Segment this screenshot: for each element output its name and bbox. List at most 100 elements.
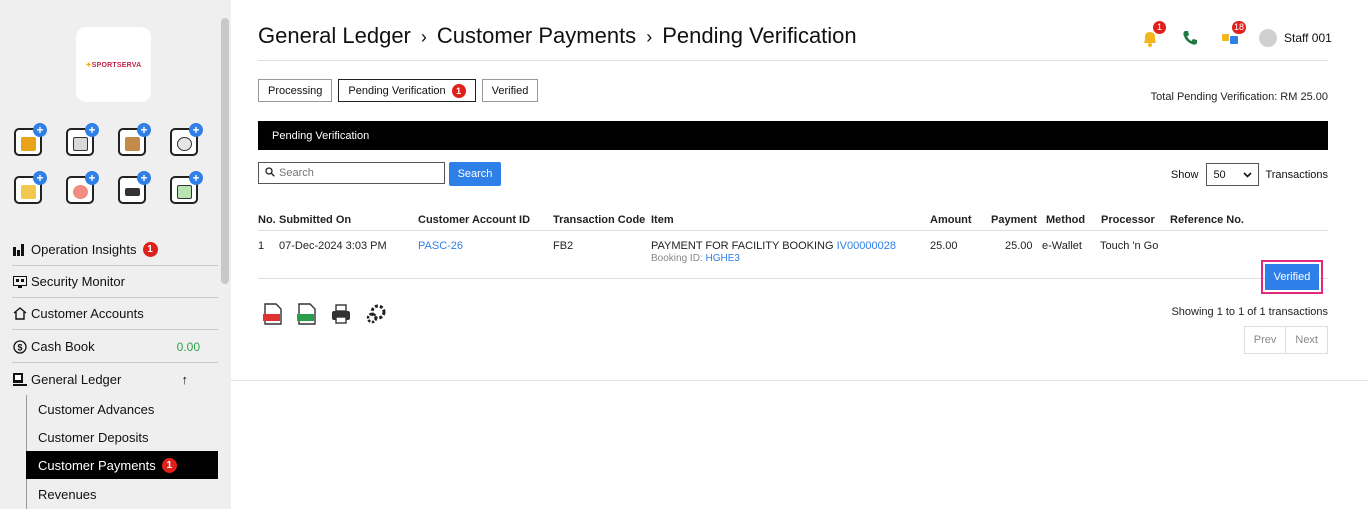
item-description: PAYMENT FOR FACILITY BOOKING (651, 240, 834, 252)
company-logo[interactable]: ✦SPORTSERVA (76, 27, 151, 102)
cell-no: 1 (258, 240, 265, 252)
page-size-control: Show 50 Transactions (1171, 163, 1328, 186)
verified-button[interactable]: Verified (1265, 264, 1319, 290)
sidebar-scrollbar[interactable] (221, 18, 229, 284)
print-icon[interactable] (331, 303, 351, 325)
col-no: No. (258, 214, 276, 226)
page-size-select[interactable]: 50 (1206, 163, 1260, 186)
bell-icon[interactable]: 1 (1139, 21, 1166, 49)
col-amount: Amount (930, 214, 972, 226)
col-item: Item (651, 214, 674, 226)
avatar (1259, 29, 1277, 47)
crumb-customer-payments[interactable]: Customer Payments (437, 23, 636, 48)
col-account-id: Customer Account ID (418, 214, 531, 226)
booking-id-link[interactable]: HGHE3 (705, 253, 739, 264)
prev-button[interactable]: Prev (1243, 326, 1287, 354)
booking-id-line: Booking ID: HGHE3 (651, 253, 740, 264)
pagination: Prev Next (1243, 326, 1328, 354)
tab-pending-verification[interactable]: Pending Verification 1 (338, 79, 476, 102)
sub-badge: 1 (161, 457, 177, 473)
cell-submitted-on: 07-Dec-2024 3:03 PM (279, 240, 387, 252)
show-label: Show (1170, 168, 1199, 181)
header-actions: 1 18 Staff 001 (1139, 21, 1332, 49)
excel-export-icon[interactable] (297, 303, 317, 325)
nav-label: General Ledger (31, 371, 122, 387)
settings-gears-icon[interactable] (365, 303, 386, 325)
nav-label: Operation Insights (31, 242, 137, 257)
transactions-table: No. Submitted On Customer Account ID Tra… (258, 205, 1328, 294)
nav-security-monitor[interactable]: Security Monitor (12, 266, 218, 298)
sub-customer-advances[interactable]: Customer Advances (26, 395, 218, 423)
cash-book-amount: 0.00 (176, 339, 200, 354)
id-card-icon[interactable]: + (14, 123, 47, 156)
invoice-link[interactable]: IV00000028 (837, 240, 896, 252)
nav-customer-accounts[interactable]: Customer Accounts (12, 298, 218, 330)
tab-verified[interactable]: Verified (481, 79, 539, 102)
house-icon (12, 307, 27, 320)
next-button[interactable]: Next (1286, 326, 1328, 354)
cell-item: PAYMENT FOR FACILITY BOOKING IV00000028 … (651, 240, 896, 264)
app-root: ✦SPORTSERVA + + + + + + + + Operation In… (0, 0, 1368, 509)
crumb-general-ledger[interactable]: General Ledger (258, 23, 411, 48)
nav-label: Customer Accounts (31, 306, 144, 321)
cell-amount: 25.00 (930, 240, 958, 252)
cell-transaction-code: FB2 (553, 240, 574, 252)
total-pending: Total Pending Verification: RM 25.00 (1150, 91, 1328, 103)
cell-payment: 25.00 (1005, 240, 1033, 252)
col-submitted-on: Submitted On (279, 214, 352, 226)
table-header: No. Submitted On Customer Account ID Tra… (258, 205, 1328, 231)
ledger-icon (12, 372, 27, 386)
logo-text: SPORTSERVA (91, 61, 142, 69)
main-content: General Ledger › Customer Payments › Pending… (231, 0, 1368, 509)
col-payment: Payment (991, 214, 1037, 226)
account-id-link[interactable]: PASC-26 (418, 240, 463, 252)
nav-label: Cash Book (31, 339, 95, 354)
building-money-icon[interactable]: + (118, 123, 151, 156)
sports-balls-icon[interactable]: + (170, 123, 203, 156)
chevron-down-icon (1243, 169, 1253, 181)
show-suffix: Transactions (1265, 168, 1328, 181)
sub-customer-payments[interactable]: Customer Payments 1 (26, 451, 218, 479)
pdf-export-icon[interactable] (263, 303, 283, 325)
col-transaction-code: Transaction Code (553, 214, 646, 226)
collapse-arrow-icon[interactable]: ↑ (182, 372, 189, 387)
dollar-circle-icon: $ (12, 339, 27, 354)
section-title: Pending Verification (272, 129, 370, 142)
chat-badge: 18 (1231, 21, 1246, 34)
tab-processing[interactable]: Processing (258, 79, 333, 102)
svg-text:$: $ (17, 342, 22, 352)
col-processor: Processor (1101, 214, 1155, 226)
content-divider (231, 380, 1368, 381)
header-divider (258, 60, 1328, 61)
breadcrumb: General Ledger › Customer Payments › Pending… (258, 23, 857, 49)
staff-icon[interactable]: + (66, 171, 99, 204)
crumb-separator: › (646, 27, 653, 47)
search-input[interactable] (279, 167, 429, 179)
login-screen-icon[interactable]: + (170, 171, 203, 204)
sub-customer-deposits[interactable]: Customer Deposits (26, 423, 218, 451)
number-plate-icon[interactable]: + (118, 171, 151, 204)
col-reference: Reference No. (1170, 214, 1244, 226)
access-card-icon[interactable]: + (14, 171, 47, 204)
search-icon (265, 166, 275, 180)
nav-cash-book[interactable]: $ Cash Book 0.00 (12, 331, 218, 363)
bar-chart-icon (12, 243, 27, 256)
calendar-icon[interactable]: + (66, 123, 99, 156)
phone-icon[interactable] (1179, 27, 1201, 49)
nav-general-ledger[interactable]: General Ledger ↑ (12, 363, 218, 395)
verified-button-highlight: Verified (1261, 260, 1323, 294)
tab-badge: 1 (451, 83, 466, 98)
sub-revenues[interactable]: Revenues (26, 480, 218, 508)
chat-icon[interactable]: 18 (1219, 21, 1246, 49)
sidebar: ✦SPORTSERVA + + + + + + + + Operation In… (0, 0, 231, 509)
nav-operation-insights[interactable]: Operation Insights 1 (12, 234, 218, 266)
cell-processor: Touch 'n Go (1100, 240, 1159, 252)
user-menu[interactable]: Staff 001 (1259, 29, 1332, 47)
pagination-summary: Showing 1 to 1 of 1 transactions (1171, 306, 1328, 318)
nav-badge: 1 (142, 242, 158, 257)
crumb-separator: › (420, 27, 427, 47)
search-field[interactable] (258, 162, 445, 184)
export-tools (263, 303, 386, 325)
user-name: Staff 001 (1284, 31, 1332, 45)
search-button[interactable]: Search (449, 162, 501, 186)
